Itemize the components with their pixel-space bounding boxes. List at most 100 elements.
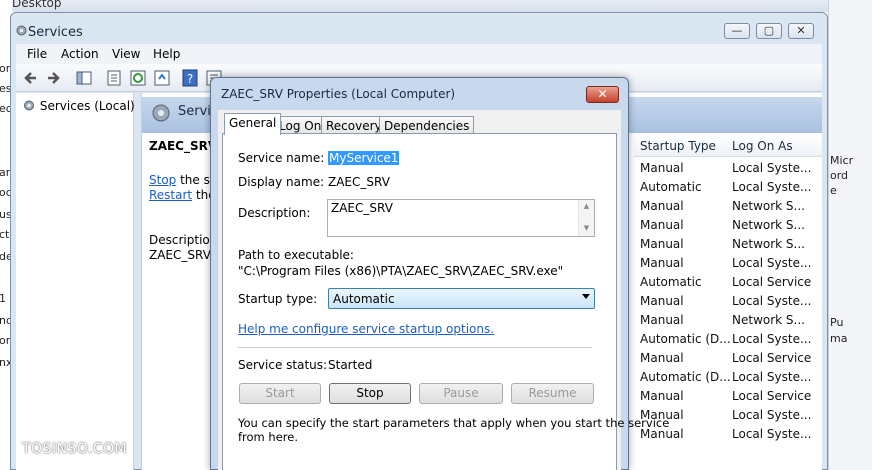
scroll-down-icon[interactable]: ▼	[579, 224, 594, 232]
background-text-fragment: ar	[0, 166, 11, 179]
service-row-startup-type[interactable]: Automatic	[640, 275, 702, 289]
startup-type-label: Startup type:	[238, 292, 318, 306]
service-name-label: Service name:	[238, 151, 325, 165]
background-window-right	[828, 0, 872, 470]
service-status-value: Started	[328, 358, 373, 372]
service-row-logon-as[interactable]: Local Syste...	[732, 180, 811, 194]
service-row-logon-as[interactable]: Local Service	[732, 351, 811, 365]
restart-service-link[interactable]: Restart	[149, 188, 192, 202]
svg-text:?: ?	[187, 72, 193, 86]
restart-action-line: Restart the	[149, 188, 216, 202]
service-row-startup-type[interactable]: Automatic	[640, 180, 702, 194]
service-row-logon-as[interactable]: Local Syste...	[732, 332, 811, 346]
column-logon-as[interactable]: Log On As	[726, 135, 822, 157]
resume-button[interactable]: Resume	[511, 383, 594, 404]
stop-button[interactable]: Stop	[329, 383, 411, 404]
tree-item-services-local[interactable]: Services (Local)	[22, 99, 135, 113]
menu-help[interactable]: Help	[153, 47, 180, 61]
service-row-logon-as[interactable]: Local Syste...	[732, 370, 811, 384]
tab-log-on[interactable]: Log On	[274, 116, 327, 134]
service-name-value[interactable]: MyService1	[328, 151, 400, 165]
service-row-startup-type[interactable]: Manual	[640, 313, 684, 327]
menu-bar: File Action View Help	[16, 44, 822, 64]
help-icon[interactable]: ?	[180, 68, 200, 88]
path-value: "C:\Program Files (x86)\PTA\ZAEC_SRV\ZAE…	[238, 264, 564, 278]
path-label: Path to executable:	[238, 248, 354, 262]
background-text-fragment: ct	[0, 228, 10, 241]
refresh-icon[interactable]	[128, 68, 148, 88]
service-row-startup-type[interactable]: Manual	[640, 294, 684, 308]
background-text-fragment: e	[830, 184, 837, 197]
background-text-fragment: ma	[830, 332, 848, 345]
start-button[interactable]: Start	[239, 383, 321, 404]
description-scrollbar[interactable]: ▲ ▼	[578, 200, 594, 236]
service-row-logon-as[interactable]: Local Service	[732, 389, 811, 403]
console-tree-icon[interactable]	[74, 68, 94, 88]
service-row-startup-type[interactable]: Automatic (D...	[640, 332, 731, 346]
stop-service-link[interactable]: Stop	[149, 173, 176, 187]
service-row-logon-as[interactable]: Local Service	[732, 275, 811, 289]
help-configure-link[interactable]: Help me configure service startup option…	[238, 322, 494, 336]
tab-general[interactable]: General	[224, 113, 282, 135]
service-row-logon-as[interactable]: Local Syste...	[732, 427, 811, 441]
description-value: ZAEC_SRV	[331, 201, 393, 215]
tab-recovery[interactable]: Recovery	[321, 116, 387, 134]
service-row-logon-as[interactable]: Local Syste...	[732, 408, 811, 422]
service-row-logon-as[interactable]: Network S...	[732, 237, 805, 251]
service-row-startup-type[interactable]: Manual	[640, 256, 684, 270]
gear-icon	[152, 104, 170, 122]
maximize-button[interactable]: ▢	[756, 23, 782, 39]
service-row-startup-type[interactable]: Manual	[640, 351, 684, 365]
background-text-fragment: 1	[0, 292, 6, 305]
chevron-down-icon[interactable]	[582, 294, 590, 299]
close-window-button[interactable]: ✕	[788, 23, 814, 39]
properties-icon[interactable]	[104, 68, 124, 88]
divider	[238, 347, 592, 348]
menu-view[interactable]: View	[112, 47, 140, 61]
service-row-logon-as[interactable]: Local Syste...	[732, 161, 811, 175]
stop-action-line: Stop the se	[149, 173, 217, 187]
service-row-logon-as[interactable]: Network S...	[732, 199, 805, 213]
note-line-1: You can specify the start parameters tha…	[238, 416, 670, 430]
service-row-startup-type[interactable]: Manual	[640, 199, 684, 213]
description-text: ZAEC_SRV	[149, 248, 211, 262]
scroll-up-icon[interactable]: ▲	[579, 202, 594, 210]
column-startup-type[interactable]: Startup Type	[634, 135, 726, 157]
selected-service-name: ZAEC_SRV	[149, 139, 218, 153]
tree-pane	[16, 93, 134, 470]
desktop-title-bar	[0, 0, 872, 12]
tree-item-label: Services (Local)	[39, 99, 135, 113]
forward-arrow-icon[interactable]	[42, 68, 62, 88]
service-row-startup-type[interactable]: Manual	[640, 218, 684, 232]
menu-action[interactable]: Action	[61, 47, 99, 61]
desktop-title: Desktop	[12, 0, 62, 10]
service-status-label: Service status:	[238, 358, 328, 372]
service-row-logon-as[interactable]: Local Syste...	[732, 294, 811, 308]
description-label: Description:	[238, 206, 311, 220]
tab-dependencies[interactable]: Dependencies	[379, 116, 475, 134]
dialog-title: ZAEC_SRV Properties (Local Computer)	[221, 87, 456, 101]
startup-type-select[interactable]: Automatic	[328, 288, 595, 309]
background-text-fragment: Micr	[830, 154, 854, 167]
back-arrow-icon[interactable]	[22, 68, 42, 88]
gear-icon	[16, 25, 27, 36]
service-row-startup-type[interactable]: Automatic (D...	[640, 370, 731, 384]
display-name-value[interactable]: ZAEC_SRV	[328, 175, 390, 189]
background-text-fragment: Pu	[830, 316, 844, 329]
background-text-fragment: ord	[830, 169, 849, 182]
service-row-startup-type[interactable]: Manual	[640, 237, 684, 251]
help-link-line: Help me configure service startup option…	[238, 322, 494, 336]
export-icon[interactable]	[152, 68, 172, 88]
pause-button[interactable]: Pause	[419, 383, 503, 404]
menu-file[interactable]: File	[27, 47, 47, 61]
minimize-button[interactable]: —	[724, 23, 750, 39]
service-row-startup-type[interactable]: Manual	[640, 161, 684, 175]
window-title: Services	[28, 25, 83, 40]
display-name-label: Display name:	[238, 175, 325, 189]
service-row-logon-as[interactable]: Network S...	[732, 218, 805, 232]
service-row-logon-as[interactable]: Local Syste...	[732, 256, 811, 270]
service-row-logon-as[interactable]: Network S...	[732, 313, 805, 327]
description-heading: Description	[149, 233, 218, 247]
service-row-startup-type[interactable]: Manual	[640, 389, 684, 403]
dialog-close-button[interactable]: ✕	[586, 86, 619, 103]
